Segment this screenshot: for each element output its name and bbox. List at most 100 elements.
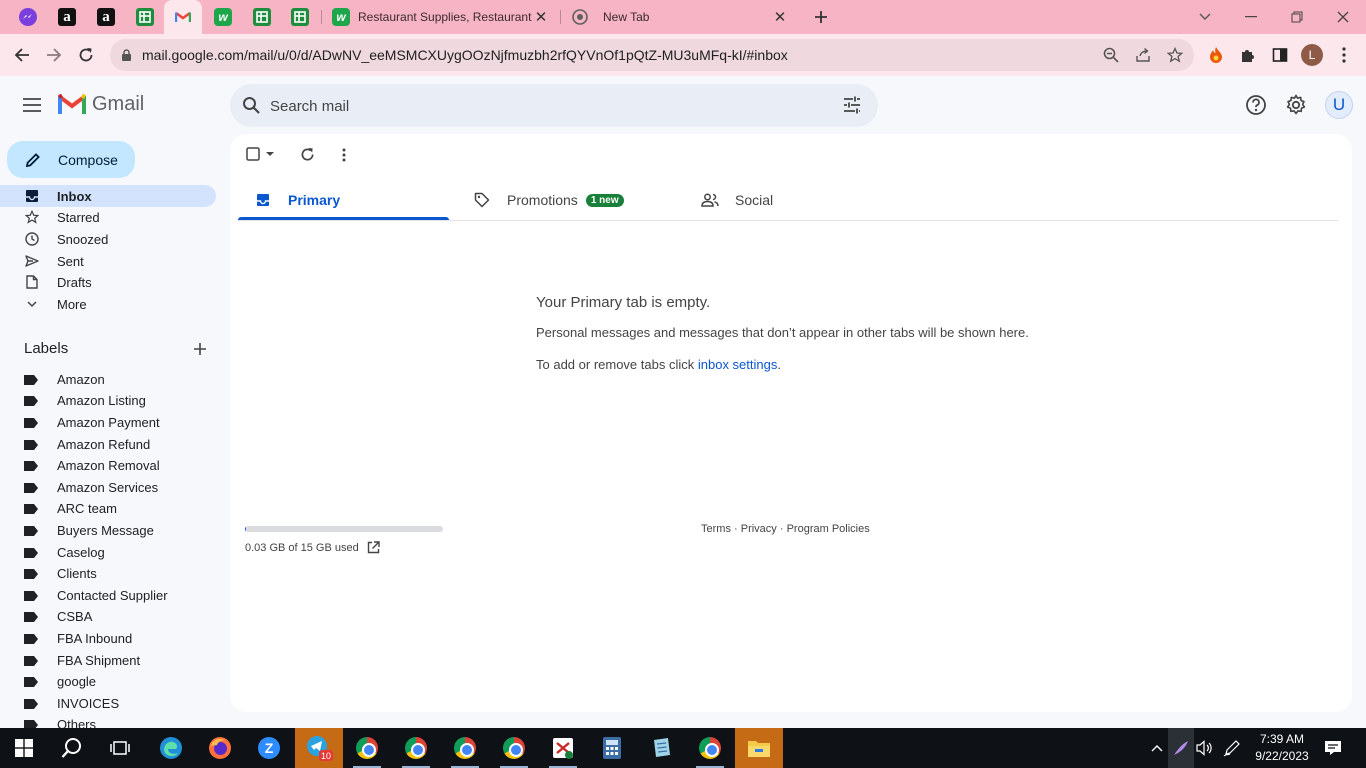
forward-button[interactable]: [39, 40, 69, 70]
search-options-icon[interactable]: [842, 95, 862, 115]
extension-fire-icon[interactable]: [1205, 44, 1227, 66]
taskbar-file-explorer[interactable]: [735, 728, 783, 768]
taskbar-chrome-4[interactable]: [490, 728, 538, 768]
more-actions-button[interactable]: [335, 147, 353, 163]
tab-sheets-2[interactable]: [243, 0, 281, 34]
taskbar-chrome-5[interactable]: [686, 728, 734, 768]
sidebar-item-starred[interactable]: Starred: [0, 206, 216, 228]
label-item[interactable]: Amazon Refund: [0, 434, 216, 455]
tab-promotions[interactable]: Promotions 1 new: [457, 180, 668, 220]
chevron-down-icon: [24, 296, 40, 312]
pen-app-tray-icon[interactable]: [1168, 728, 1194, 768]
tab-webstaurant-1[interactable]: w: [204, 0, 242, 34]
label-item[interactable]: INVOICES: [0, 693, 216, 714]
extensions-puzzle-icon[interactable]: [1237, 44, 1259, 66]
tab-social[interactable]: Social: [685, 180, 896, 220]
side-panel-icon[interactable]: [1269, 44, 1291, 66]
search-icon[interactable]: [242, 96, 261, 115]
taskbar-zoom[interactable]: Z: [245, 728, 293, 768]
label-item[interactable]: Contacted Supplier: [0, 585, 216, 606]
reload-button[interactable]: [71, 40, 101, 70]
sidebar-item-inbox[interactable]: Inbox: [0, 185, 216, 207]
close-window-button[interactable]: [1320, 0, 1366, 34]
taskbar-notepad[interactable]: [637, 728, 685, 768]
program-policies-link[interactable]: Program Policies: [787, 523, 870, 535]
sidebar-item-drafts[interactable]: Drafts: [0, 271, 216, 293]
label-item[interactable]: Buyers Message: [0, 520, 216, 541]
share-icon[interactable]: [1133, 45, 1153, 65]
sidebar-item-snoozed[interactable]: Snoozed: [0, 228, 216, 250]
notifications-button[interactable]: [1320, 728, 1346, 768]
tab-sheets-1[interactable]: [126, 0, 164, 34]
label-item[interactable]: FBA Shipment: [0, 650, 216, 671]
refresh-button[interactable]: [300, 147, 315, 162]
tab-new-tab[interactable]: New Tab ✕: [563, 0, 797, 34]
settings-button[interactable]: [1284, 93, 1308, 117]
label-item[interactable]: Amazon Removal: [0, 455, 216, 476]
volume-button[interactable]: [1194, 728, 1216, 768]
external-link-icon[interactable]: [367, 541, 380, 554]
taskbar-edge[interactable]: [147, 728, 195, 768]
label-item[interactable]: Amazon Payment: [0, 412, 216, 433]
bookmark-star-icon[interactable]: [1165, 45, 1185, 65]
compose-button[interactable]: Compose: [7, 141, 135, 178]
address-bar[interactable]: mail.google.com/mail/u/0/d/ADwNV_eeMSMCX…: [110, 39, 1194, 71]
tab-search-button[interactable]: [1182, 0, 1228, 34]
browser-menu-button[interactable]: [1333, 44, 1355, 66]
pen-workspace-button[interactable]: [1220, 728, 1244, 768]
tab-primary[interactable]: Primary: [238, 180, 449, 220]
taskbar-firefox[interactable]: [196, 728, 244, 768]
create-label-button[interactable]: [190, 339, 210, 359]
search-input[interactable]: [270, 95, 830, 117]
url-text[interactable]: mail.google.com/mail/u/0/d/ADwNV_eeMSMCX…: [142, 47, 788, 63]
tab-gmail[interactable]: [164, 0, 202, 34]
telegram-badge: 10: [321, 751, 331, 761]
tab-sheets-3[interactable]: [281, 0, 319, 34]
label-item[interactable]: Amazon: [0, 369, 216, 390]
taskbar-search-button[interactable]: [48, 728, 96, 768]
close-tab-icon[interactable]: ✕: [532, 8, 550, 26]
profile-avatar[interactable]: L: [1301, 44, 1323, 66]
tab-amazon-1[interactable]: a: [48, 0, 86, 34]
taskbar-calculator[interactable]: [588, 728, 636, 768]
star-icon: [24, 209, 40, 225]
taskbar-telegram[interactable]: 10: [295, 728, 343, 768]
label-item[interactable]: google: [0, 671, 216, 692]
gmail-logo[interactable]: Gmail: [58, 93, 144, 116]
minimize-button[interactable]: [1228, 0, 1274, 34]
privacy-link[interactable]: Privacy: [741, 523, 777, 535]
select-all-checkbox[interactable]: [246, 147, 275, 161]
inbox-settings-link[interactable]: inbox settings: [698, 357, 778, 372]
task-view-button[interactable]: [96, 728, 144, 768]
main-menu-button[interactable]: [18, 91, 46, 119]
taskbar-chrome-2[interactable]: [392, 728, 440, 768]
system-clock[interactable]: 7:39 AM 9/22/2023: [1246, 731, 1318, 765]
label-item[interactable]: Amazon Listing: [0, 390, 216, 411]
back-button[interactable]: [7, 40, 37, 70]
start-button[interactable]: [0, 728, 48, 768]
show-hidden-icons-button[interactable]: [1146, 728, 1168, 768]
account-avatar[interactable]: U: [1325, 91, 1353, 119]
support-button[interactable]: [1244, 93, 1268, 117]
taskbar-chrome-3[interactable]: [441, 728, 489, 768]
tab-amazon-2[interactable]: a: [87, 0, 125, 34]
tab-messenger[interactable]: [9, 0, 47, 34]
label-item[interactable]: Caselog: [0, 542, 216, 563]
terms-link[interactable]: Terms: [701, 523, 731, 535]
zoom-icon[interactable]: [1101, 45, 1121, 65]
restore-button[interactable]: [1274, 0, 1320, 34]
new-tab-button[interactable]: [808, 4, 834, 30]
taskbar-chrome-1[interactable]: [343, 728, 391, 768]
label-item[interactable]: FBA Inbound: [0, 628, 216, 649]
tab-restaurant-supplies[interactable]: w Restaurant Supplies, Restaurant S ✕: [324, 0, 558, 34]
lock-icon[interactable]: [116, 45, 136, 65]
label-item[interactable]: ARC team: [0, 498, 216, 519]
label-item[interactable]: CSBA: [0, 606, 216, 627]
close-tab-icon[interactable]: ✕: [771, 8, 789, 26]
sidebar-item-more[interactable]: More: [0, 293, 216, 315]
search-bar[interactable]: [230, 84, 878, 127]
taskbar-excel[interactable]: [539, 728, 587, 768]
label-item[interactable]: Clients: [0, 563, 216, 584]
sidebar-item-sent[interactable]: Sent: [0, 250, 216, 272]
label-item[interactable]: Amazon Services: [0, 477, 216, 498]
